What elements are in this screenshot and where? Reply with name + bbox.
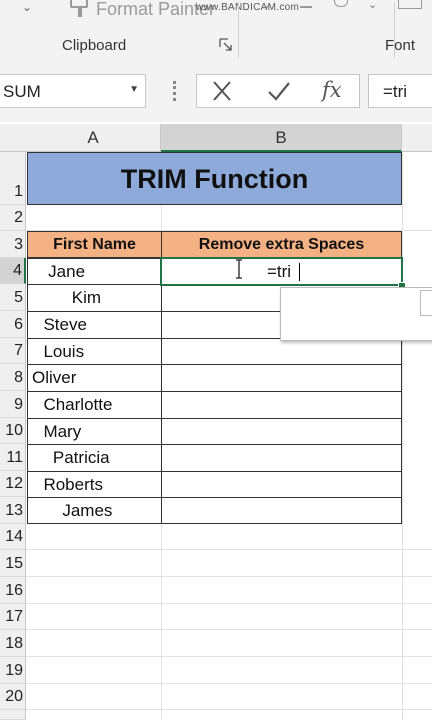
gridline — [26, 709, 432, 710]
name-cell[interactable]: Jane — [27, 258, 162, 285]
name-box[interactable]: SUM ▼ — [0, 74, 146, 108]
result-cell[interactable] — [161, 364, 402, 392]
enter-icon[interactable] — [266, 80, 292, 107]
formula-bar-grip-icon[interactable] — [173, 81, 179, 101]
row-header[interactable]: 13 — [0, 497, 26, 524]
row-header[interactable]: 20 — [0, 684, 26, 710]
header-remove-spaces[interactable]: Remove extra Spaces — [161, 231, 402, 258]
row-header[interactable]: 9 — [0, 391, 26, 418]
clear-format-icon[interactable] — [300, 0, 312, 8]
formula-input[interactable]: =tri — [368, 74, 432, 108]
active-cell-b4[interactable]: =tri — [160, 257, 403, 286]
name-cell[interactable]: Oliver — [27, 364, 162, 392]
gridline — [26, 656, 432, 657]
font-color-icon[interactable]: ⌄ — [262, 0, 271, 11]
row-header[interactable]: 18 — [0, 630, 26, 657]
result-cell[interactable] — [161, 418, 402, 445]
name-cell[interactable]: James — [27, 497, 162, 524]
function-autocomplete-list[interactable] — [280, 287, 432, 341]
row-header[interactable]: 19 — [0, 657, 26, 684]
autocomplete-tooltip — [420, 290, 432, 316]
row-header[interactable]: 7 — [0, 338, 26, 364]
title-cell[interactable]: TRIM Function — [27, 152, 402, 205]
row-header[interactable]: 17 — [0, 604, 26, 630]
row-header[interactable]: 2 — [0, 205, 26, 231]
cancel-icon[interactable] — [210, 80, 234, 107]
formula-text: =tri — [383, 82, 408, 101]
row-header[interactable]: 10 — [0, 418, 26, 444]
gridline — [26, 549, 432, 550]
column-header-a[interactable]: A — [26, 124, 161, 152]
clipboard-group-label: Clipboard — [62, 37, 127, 54]
column-header-c[interactable] — [402, 124, 432, 152]
name-cell[interactable]: Charlotte — [27, 391, 162, 419]
row-header[interactable]: 16 — [0, 577, 26, 604]
dropdown-icon[interactable]: ▼ — [129, 84, 139, 95]
paste-special-icon[interactable] — [398, 0, 422, 9]
header-first-name[interactable]: First Name — [27, 231, 162, 258]
gridline — [26, 683, 432, 684]
row-header[interactable]: 1 — [0, 152, 26, 205]
result-cell[interactable] — [161, 497, 402, 524]
row-header[interactable]: 5 — [0, 284, 26, 311]
name-cell[interactable]: Kim — [27, 284, 162, 312]
dialog-launcher-icon[interactable] — [219, 38, 233, 57]
result-cell[interactable] — [161, 338, 402, 365]
row-header-partial[interactable] — [0, 710, 26, 720]
name-cell[interactable]: Mary — [27, 418, 162, 445]
row-header[interactable]: 12 — [0, 471, 26, 497]
format-painter-icon[interactable] — [68, 0, 92, 23]
name-box-value: SUM — [3, 82, 41, 101]
row-header[interactable]: 3 — [0, 231, 26, 258]
name-cell[interactable]: Steve — [27, 311, 162, 339]
row-header[interactable]: 11 — [0, 444, 26, 471]
fx-icon[interactable]: fx — [322, 78, 342, 102]
name-cell[interactable]: Roberts — [27, 471, 162, 498]
result-cell[interactable] — [161, 471, 402, 498]
row-header[interactable]: 15 — [0, 550, 26, 577]
row-header[interactable]: 6 — [0, 311, 26, 338]
recording-watermark: www.BANDICAM.com — [196, 2, 300, 13]
name-cell[interactable]: Louis — [27, 338, 162, 365]
collapse-chevron-icon[interactable]: ⌄ — [22, 0, 32, 14]
gridline — [402, 152, 403, 720]
row-header[interactable]: 14 — [0, 524, 26, 550]
name-cell[interactable]: Patricia — [27, 444, 162, 472]
gridline — [26, 576, 432, 577]
active-cell-value: =tri — [267, 262, 292, 281]
row-header[interactable]: 4 — [0, 258, 26, 284]
gridline — [26, 629, 432, 630]
group-separator — [238, 2, 239, 58]
select-all-corner[interactable] — [0, 124, 26, 152]
text-caret — [299, 263, 300, 281]
column-header-b[interactable]: B — [161, 124, 402, 152]
result-cell[interactable] — [161, 444, 402, 472]
row-header[interactable]: 8 — [0, 364, 26, 391]
font-group-label: Font — [385, 37, 416, 54]
ibeam-cursor-icon — [235, 259, 243, 284]
more-font-options-icon[interactable]: ⌄ — [368, 0, 377, 11]
result-cell[interactable] — [161, 391, 402, 419]
gridline — [26, 603, 432, 604]
